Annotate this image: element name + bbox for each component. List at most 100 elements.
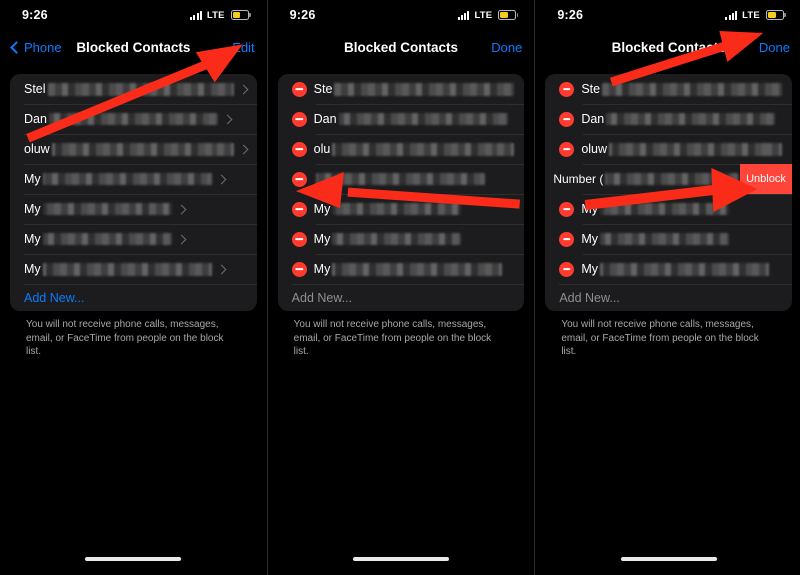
table-row[interactable]: My (10, 224, 257, 254)
table-row[interactable]: oluw (545, 134, 792, 164)
table-row[interactable]: My (278, 224, 525, 254)
minus-circle-icon[interactable] (291, 111, 307, 127)
minus-circle-icon[interactable] (559, 81, 575, 97)
blocked-list-container: Ste Dan oluw Number ( Unblock My My My A… (535, 64, 800, 359)
minus-circle-icon[interactable] (559, 261, 575, 277)
minus-circle-icon[interactable] (291, 261, 307, 277)
contact-name: My (581, 202, 598, 216)
contact-name: Ste (313, 82, 333, 96)
minus-circle-icon[interactable] (559, 231, 575, 247)
chevron-right-icon (238, 144, 249, 154)
edit-button[interactable]: Edit (232, 40, 254, 55)
table-row[interactable]: My (10, 164, 257, 194)
contact-name: Dan (24, 112, 47, 126)
cellular-bars-icon (725, 10, 738, 20)
cellular-bars-icon (457, 10, 470, 20)
redacted-contact-detail (42, 203, 172, 215)
minus-circle-icon[interactable] (291, 201, 307, 217)
contact-name: Stel (24, 82, 46, 96)
chevron-left-icon (10, 40, 23, 54)
home-indicator (85, 557, 182, 561)
contact-name: Dan (581, 112, 605, 126)
done-button[interactable]: Done (491, 40, 522, 55)
contact-name: My (581, 262, 598, 276)
add-new-button[interactable]: Add New... (10, 284, 257, 311)
battery-low-power-icon (765, 10, 784, 20)
status-bar: 9:26 LTE (0, 0, 267, 30)
phone-screen-blocked-contacts-swipe-unblock: 9:26 LTE Blocked Contacts Done Ste Dan o… (534, 0, 800, 575)
table-row[interactable]: My (545, 224, 792, 254)
minus-circle-icon[interactable] (291, 171, 307, 187)
redacted-contact-detail (605, 173, 738, 185)
done-button[interactable]: Done (759, 40, 790, 55)
contact-name: Dan (313, 112, 337, 126)
minus-circle-icon[interactable] (291, 81, 307, 97)
home-indicator (352, 557, 449, 561)
table-row[interactable]: My (10, 194, 257, 224)
redacted-contact-detail (332, 262, 502, 276)
status-time: 9:26 (289, 8, 316, 22)
table-row[interactable]: My (545, 254, 792, 284)
table-row[interactable]: My (278, 194, 525, 224)
chevron-right-icon (222, 114, 233, 124)
redacted-contact-detail (42, 173, 212, 185)
table-row[interactable] (278, 164, 525, 194)
contact-name: My (24, 172, 41, 186)
redacted-contact-detail (47, 82, 234, 96)
block-list-footnote: You will not receive phone calls, messag… (293, 319, 492, 357)
minus-circle-icon[interactable] (559, 201, 575, 217)
contact-name: My (313, 232, 331, 246)
table-row[interactable]: Ste (545, 74, 792, 104)
redacted-contact-detail (48, 113, 219, 125)
add-new-button[interactable]: Add New... (545, 284, 792, 311)
carrier-tech-label: LTE (742, 9, 760, 21)
redacted-contact-detail (599, 262, 770, 276)
contact-name: My (24, 232, 41, 246)
home-indicator (620, 557, 717, 561)
table-row[interactable]: oluw (10, 134, 257, 164)
redacted-contact-detail (602, 82, 782, 96)
table-row[interactable]: My (10, 254, 257, 284)
carrier-tech-label: LTE (474, 9, 493, 21)
redacted-contact-detail (334, 82, 515, 96)
blocked-list-card: Stel Dan oluw My My My My Add New... (10, 74, 257, 311)
back-button-phone[interactable]: Phone (10, 39, 62, 55)
table-row[interactable]: My (278, 254, 525, 284)
back-button-label: Phone (24, 39, 62, 55)
table-row[interactable]: olu (278, 134, 525, 164)
table-row[interactable]: Dan (278, 104, 525, 134)
table-row[interactable]: Ste (278, 74, 525, 104)
contact-name: My (313, 202, 331, 216)
table-row[interactable]: Stel (10, 74, 257, 104)
status-bar: 9:26 LTE (535, 0, 800, 30)
minus-circle-icon[interactable] (291, 141, 307, 157)
battery-low-power-icon (230, 10, 249, 20)
table-row[interactable]: Dan (10, 104, 257, 134)
blocked-list-container: Ste Dan olu My My My Add New... You will… (268, 64, 535, 359)
chevron-right-icon (238, 84, 249, 94)
navigation-bar: Blocked Contacts Done (268, 30, 535, 64)
contact-name: Ste (581, 82, 601, 96)
minus-circle-icon[interactable] (559, 111, 575, 127)
chevron-right-icon (176, 234, 187, 244)
redacted-contact-detail (51, 142, 234, 156)
contact-name: Number ( (553, 172, 604, 186)
chevron-right-icon (216, 174, 227, 184)
status-time: 9:26 (557, 8, 584, 22)
navigation-bar: Blocked Contacts Done (535, 30, 800, 64)
redacted-contact-detail (332, 233, 462, 245)
blocked-list-card: Ste Dan oluw Number ( Unblock My My My A… (545, 74, 792, 311)
minus-circle-icon[interactable] (559, 141, 575, 157)
minus-circle-icon[interactable] (291, 231, 307, 247)
status-indicators: LTE (457, 9, 517, 21)
redacted-contact-detail (599, 233, 730, 245)
table-row[interactable]: Dan (545, 104, 792, 134)
redacted-contact-detail (609, 142, 782, 156)
table-row-swiped[interactable]: Number ( Unblock (545, 164, 792, 194)
screenshot-stage: 9:26 LTE Phone Blocked Contacts Edit Ste… (0, 0, 800, 575)
table-row[interactable]: My (545, 194, 792, 224)
chevron-right-icon (176, 204, 187, 214)
block-list-footnote: You will not receive phone calls, messag… (26, 319, 224, 357)
unblock-button[interactable]: Unblock (739, 164, 792, 194)
add-new-button[interactable]: Add New... (278, 284, 525, 311)
